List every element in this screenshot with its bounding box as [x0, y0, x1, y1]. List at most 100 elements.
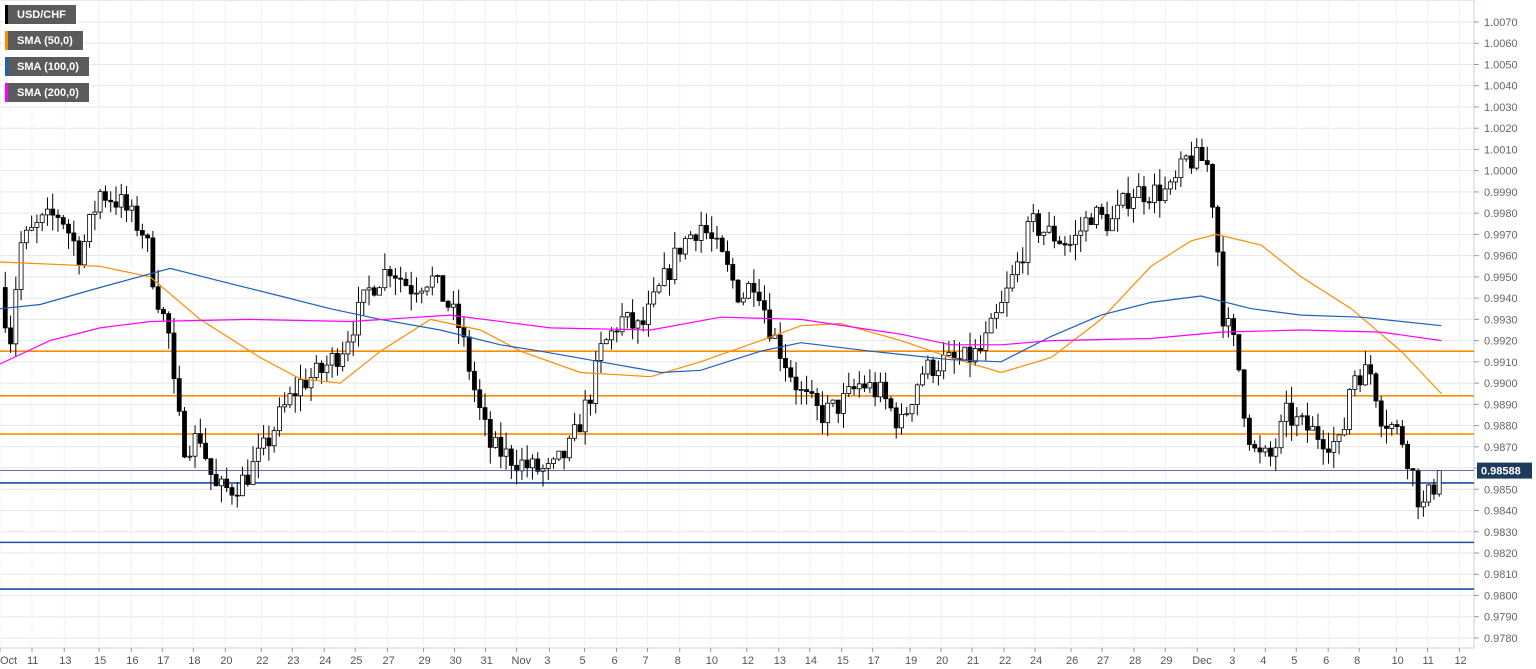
legend-item-sma200[interactable]: SMA (200,0): [4, 82, 90, 103]
candle-bullish: [1083, 217, 1089, 232]
candle-bullish: [366, 287, 372, 291]
candle-bullish: [909, 404, 915, 415]
x-tick-label: 24: [319, 655, 331, 667]
candle-bullish: [867, 382, 873, 389]
candle-bearish: [514, 464, 520, 472]
x-tick-label: 29: [419, 655, 431, 667]
candle-bearish: [1289, 402, 1294, 426]
candle-bullish: [1109, 218, 1115, 232]
candle-bullish: [1073, 234, 1078, 245]
candle-bearish: [1431, 484, 1437, 495]
candle-bearish: [1199, 147, 1205, 162]
candle-bearish: [403, 278, 409, 286]
candle-bullish: [18, 242, 24, 290]
candle-bearish: [66, 223, 71, 234]
legend-item-usdchf[interactable]: USD/CHF: [4, 4, 77, 25]
candle-bullish: [899, 413, 904, 429]
candle-bearish: [967, 346, 973, 363]
candle-bullish: [424, 286, 430, 292]
candle-bullish: [1331, 441, 1337, 453]
candle-bearish: [883, 381, 889, 400]
x-tick-label: Dec: [1192, 655, 1212, 667]
candle-bearish: [124, 194, 129, 211]
x-tick-label: 19: [905, 655, 917, 667]
candle-bullish: [1009, 274, 1015, 289]
legend-item-sma50[interactable]: SMA (50,0): [4, 30, 84, 51]
x-tick-label: 6: [611, 655, 617, 667]
y-tick-label: 0.9960: [1484, 251, 1518, 263]
candle-bullish: [846, 386, 852, 394]
candle-bearish: [793, 376, 799, 391]
candle-bearish: [1141, 186, 1147, 203]
candle-bullish: [603, 339, 609, 345]
candle-bullish: [530, 458, 535, 469]
candle-bullish: [1294, 416, 1300, 426]
candle-bearish: [1241, 369, 1247, 419]
candle-bullish: [1183, 155, 1189, 160]
candle-bearish: [1104, 214, 1110, 232]
y-tick-label: 0.9940: [1484, 293, 1518, 305]
candle-bearish: [577, 424, 583, 433]
candle-bearish: [440, 275, 446, 302]
candle-bearish: [55, 214, 61, 218]
legend-item-sma100[interactable]: SMA (100,0): [4, 56, 90, 77]
candle-bullish: [87, 214, 93, 242]
y-tick-label: 0.9930: [1484, 314, 1518, 326]
x-tick-label: 30: [450, 655, 462, 667]
candle-bullish: [13, 289, 19, 345]
candle-bearish: [561, 450, 567, 459]
candle-bearish: [498, 436, 504, 457]
y-tick-label: 0.9900: [1484, 378, 1518, 390]
candle-bearish: [1415, 469, 1421, 508]
candle-bullish: [983, 332, 989, 351]
candle-bullish: [1178, 158, 1184, 179]
candle-bullish: [298, 379, 303, 397]
candle-bearish: [1378, 400, 1384, 427]
candle-bearish: [197, 433, 203, 444]
candle-bullish: [1094, 206, 1099, 225]
candle-bullish: [340, 353, 346, 367]
candle-bullish: [255, 447, 261, 462]
candle-bearish: [182, 410, 187, 458]
x-tick-label: Oct: [0, 655, 17, 667]
x-tick-label: 27: [1097, 655, 1109, 667]
x-tick-label: 10: [1392, 655, 1404, 667]
candle-bullish: [609, 330, 614, 341]
candle-bullish: [1015, 261, 1020, 276]
x-tick-label: 5: [1291, 655, 1297, 667]
candle-bearish: [508, 448, 514, 466]
candle-bearish: [1410, 468, 1416, 471]
candle-bullish: [350, 334, 356, 343]
candle-bullish: [271, 430, 277, 447]
candle-bullish: [593, 360, 599, 404]
candle-bullish: [1167, 181, 1173, 190]
candle-bearish: [76, 240, 82, 266]
candle-bearish: [477, 389, 483, 409]
candle-bearish: [472, 370, 477, 391]
candle-bearish: [371, 287, 377, 296]
candle-bullish: [277, 406, 282, 432]
y-tick-label: 0.9950: [1484, 272, 1518, 284]
y-tick-label: 0.9850: [1484, 484, 1518, 496]
candle-bearish: [1051, 225, 1057, 242]
x-tick-label: 3: [1229, 655, 1235, 667]
x-tick-label: 23: [287, 655, 299, 667]
x-tick-label: 20: [220, 655, 232, 667]
candle-bullish: [566, 437, 572, 459]
current-price-label: 0.98588: [1481, 466, 1521, 478]
candle-bearish: [8, 327, 13, 345]
candle-bullish: [1273, 447, 1279, 457]
candle-bullish: [635, 320, 641, 329]
candle-bullish: [993, 312, 999, 319]
x-tick-label: 15: [94, 655, 106, 667]
candle-bullish: [914, 384, 920, 405]
x-tick-label: 14: [805, 655, 817, 667]
candle-bullish: [282, 404, 288, 408]
candle-bullish: [1120, 193, 1126, 206]
y-tick-label: 0.9870: [1484, 442, 1518, 454]
candle-bearish: [71, 232, 77, 242]
candle-bullish: [1299, 415, 1305, 418]
price-chart[interactable]: 1.0070 1.0060 1.0050 1.0040 1.0030 1.0020 1.00…: [0, 0, 1536, 669]
candle-bearish: [709, 232, 715, 239]
candle-bullish: [1046, 225, 1052, 233]
